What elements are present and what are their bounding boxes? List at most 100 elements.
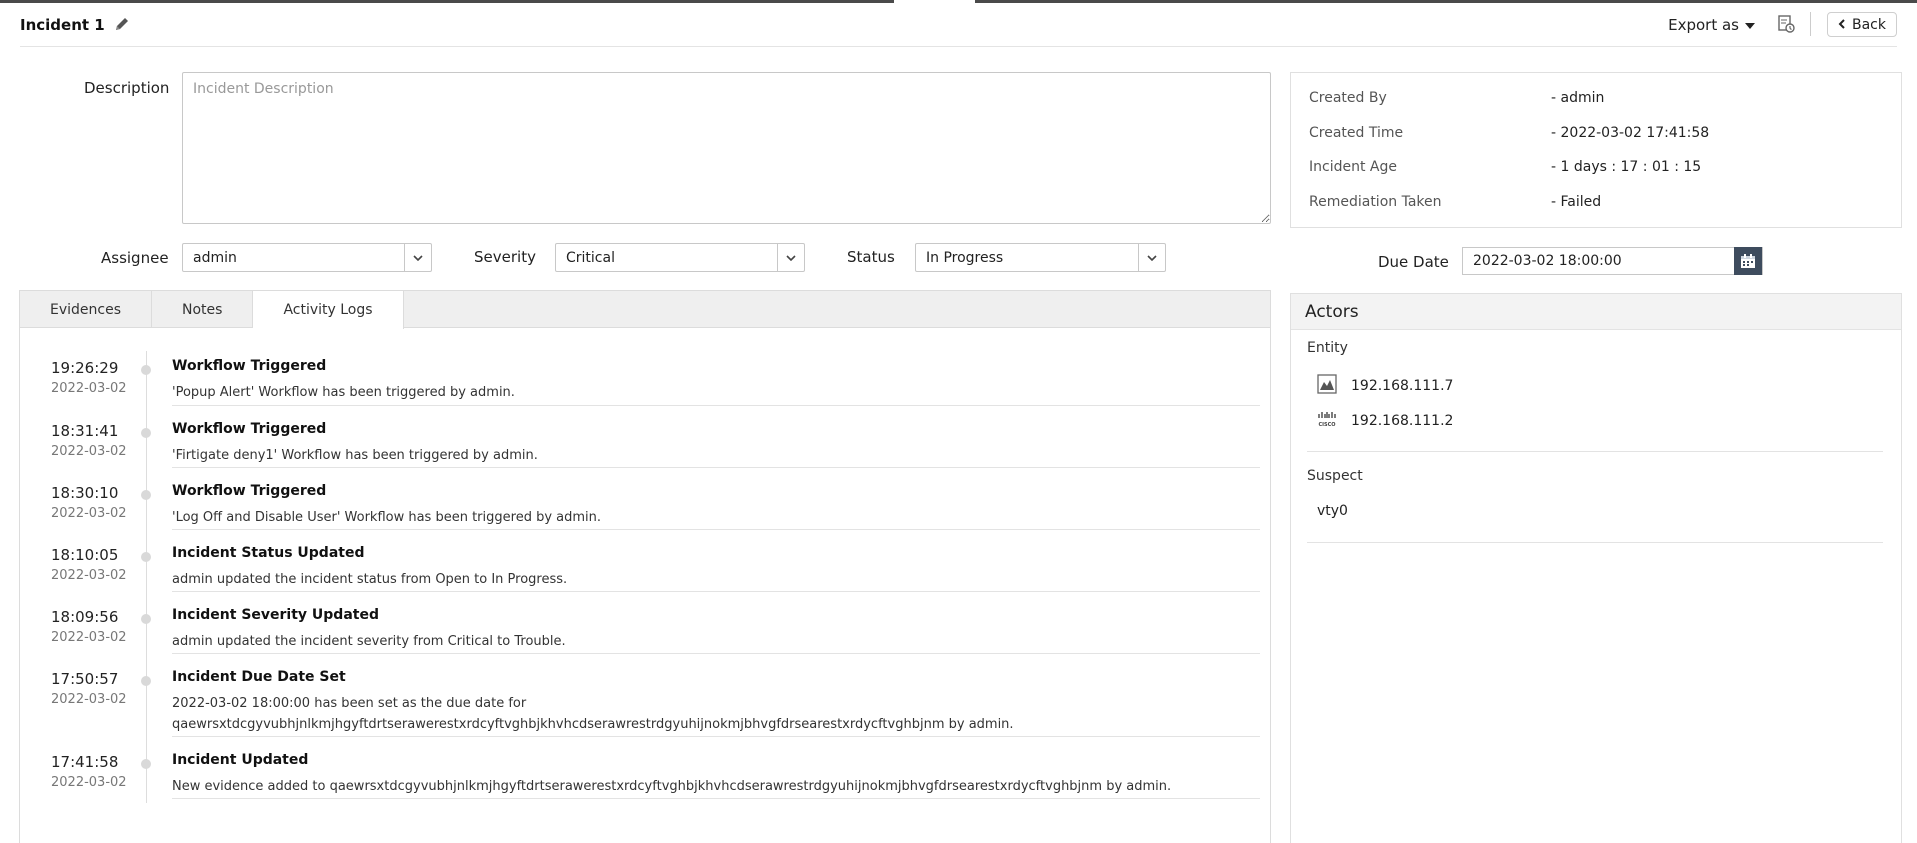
log-description: admin updated the incident severity from… [172, 634, 566, 649]
header-divider [1810, 12, 1811, 36]
due-date-value: 2022-03-02 18:00:00 [1473, 253, 1622, 269]
incident-age-label: Incident Age [1309, 159, 1397, 175]
assignee-label: Assignee [101, 249, 169, 267]
chevron-down-icon [1138, 244, 1165, 271]
log-time: 19:26:29 [51, 359, 119, 377]
status-select[interactable]: In Progress [915, 243, 1166, 272]
device-icon [1317, 374, 1337, 398]
log-divider [172, 405, 1260, 406]
description-textarea[interactable] [182, 72, 1271, 224]
log-description: 2022-03-02 18:00:00 has been set as the … [172, 696, 1014, 732]
log-title: Incident Due Date Set [172, 669, 346, 685]
log-date: 2022-03-02 [51, 568, 127, 583]
timeline-dot [141, 428, 151, 438]
log-divider [172, 653, 1260, 654]
entity-name: 192.168.111.2 [1351, 413, 1454, 429]
log-time: 18:31:41 [51, 422, 119, 440]
tab-evidences[interactable]: Evidences [20, 291, 152, 328]
log-divider [172, 529, 1260, 530]
suspect-label: Suspect [1307, 468, 1363, 484]
tab-bar: Evidences Notes Activity Logs [20, 291, 1270, 329]
pencil-icon[interactable] [114, 16, 132, 34]
pdf-export-icon[interactable] [1777, 15, 1797, 35]
actors-panel: Actors Entity 192.168.111.7 CISCO 192.16… [1290, 293, 1902, 843]
actors-divider [1307, 542, 1883, 543]
assignee-value: admin [193, 249, 237, 266]
created-time-label: Created Time [1309, 125, 1404, 141]
log-title: Workflow Triggered [172, 483, 327, 499]
log-time: 17:41:58 [51, 753, 119, 771]
log-date: 2022-03-02 [51, 444, 127, 459]
page-title: Incident 1 [20, 16, 105, 34]
log-divider [172, 591, 1260, 592]
log-time: 18:30:10 [51, 484, 119, 502]
log-date: 2022-03-02 [51, 630, 127, 645]
chevron-down-icon [404, 244, 431, 271]
export-as-label: Export as [1668, 16, 1739, 34]
created-time-value: - 2022-03-02 17:41:58 [1551, 125, 1710, 141]
created-by-value: - admin [1551, 90, 1605, 106]
timeline-dot [141, 759, 151, 769]
log-title: Workflow Triggered [172, 358, 327, 374]
timeline-dot [141, 676, 151, 686]
incident-tabs-panel: Evidences Notes Activity Logs 19:26:29 2… [19, 290, 1271, 843]
entity-item[interactable]: CISCO 192.168.111.2 [1317, 411, 1453, 431]
calendar-icon[interactable] [1734, 247, 1762, 275]
assignee-select[interactable]: admin [182, 243, 432, 272]
log-description: 'Log Off and Disable User' Workflow has … [172, 510, 602, 525]
svg-text:CISCO: CISCO [1318, 422, 1335, 427]
timeline-dot [141, 614, 151, 624]
log-time: 17:50:57 [51, 670, 119, 688]
timeline-dot [141, 490, 151, 500]
severity-value: Critical [566, 249, 615, 266]
log-description: 'Firtigate deny1' Workflow has been trig… [172, 448, 538, 463]
actors-divider [1307, 451, 1883, 452]
log-date: 2022-03-02 [51, 506, 127, 521]
timeline-dot [141, 552, 151, 562]
suspect-name: vty0 [1317, 503, 1348, 519]
due-date-label: Due Date [1378, 253, 1449, 271]
status-value: In Progress [926, 249, 1004, 266]
timeline-dot [141, 365, 151, 375]
created-by-label: Created By [1309, 90, 1387, 106]
entity-label: Entity [1307, 340, 1348, 356]
log-description: New evidence added to qaewrsxtdcgyvubhjn… [172, 779, 1172, 794]
severity-select[interactable]: Critical [555, 243, 805, 272]
export-as-dropdown[interactable]: Export as [1668, 16, 1755, 34]
log-date: 2022-03-02 [51, 692, 127, 707]
log-divider [172, 467, 1260, 468]
page-header: Incident 1 Export as Back [20, 0, 1897, 47]
caret-down-icon [1745, 22, 1755, 29]
log-title: Incident Updated [172, 752, 309, 768]
remediation-label: Remediation Taken [1309, 194, 1442, 210]
entity-name: 192.168.111.7 [1351, 378, 1454, 394]
tab-activity-logs[interactable]: Activity Logs [253, 291, 404, 329]
log-time: 18:10:05 [51, 546, 119, 564]
timeline-line [146, 351, 147, 803]
log-date: 2022-03-02 [51, 775, 127, 790]
log-description: 'Popup Alert' Workflow has been triggere… [172, 385, 515, 400]
chevron-down-icon [777, 244, 804, 271]
log-divider [172, 798, 1260, 799]
chevron-left-icon [1838, 17, 1846, 33]
back-button[interactable]: Back [1827, 12, 1897, 37]
actors-title: Actors [1291, 294, 1901, 330]
log-title: Incident Severity Updated [172, 607, 379, 623]
cisco-icon: CISCO [1317, 411, 1337, 431]
incident-age-value: - 1 days : 17 : 01 : 15 [1551, 159, 1702, 175]
log-title: Incident Status Updated [172, 545, 365, 561]
log-time: 18:09:56 [51, 608, 119, 626]
due-date-input[interactable]: 2022-03-02 18:00:00 [1462, 247, 1763, 275]
back-label: Back [1852, 16, 1886, 33]
incident-info-panel: Created By - admin Created Time - 2022-0… [1290, 72, 1902, 228]
log-title: Workflow Triggered [172, 421, 327, 437]
entity-item[interactable]: 192.168.111.7 [1317, 374, 1453, 398]
suspect-item[interactable]: vty0 [1317, 503, 1348, 519]
log-description: admin updated the incident status from O… [172, 572, 568, 587]
log-date: 2022-03-02 [51, 381, 127, 396]
severity-label: Severity [474, 248, 536, 266]
log-divider [172, 736, 1260, 737]
remediation-value: - Failed [1551, 194, 1602, 210]
description-label: Description [84, 79, 170, 97]
tab-notes[interactable]: Notes [152, 291, 254, 328]
